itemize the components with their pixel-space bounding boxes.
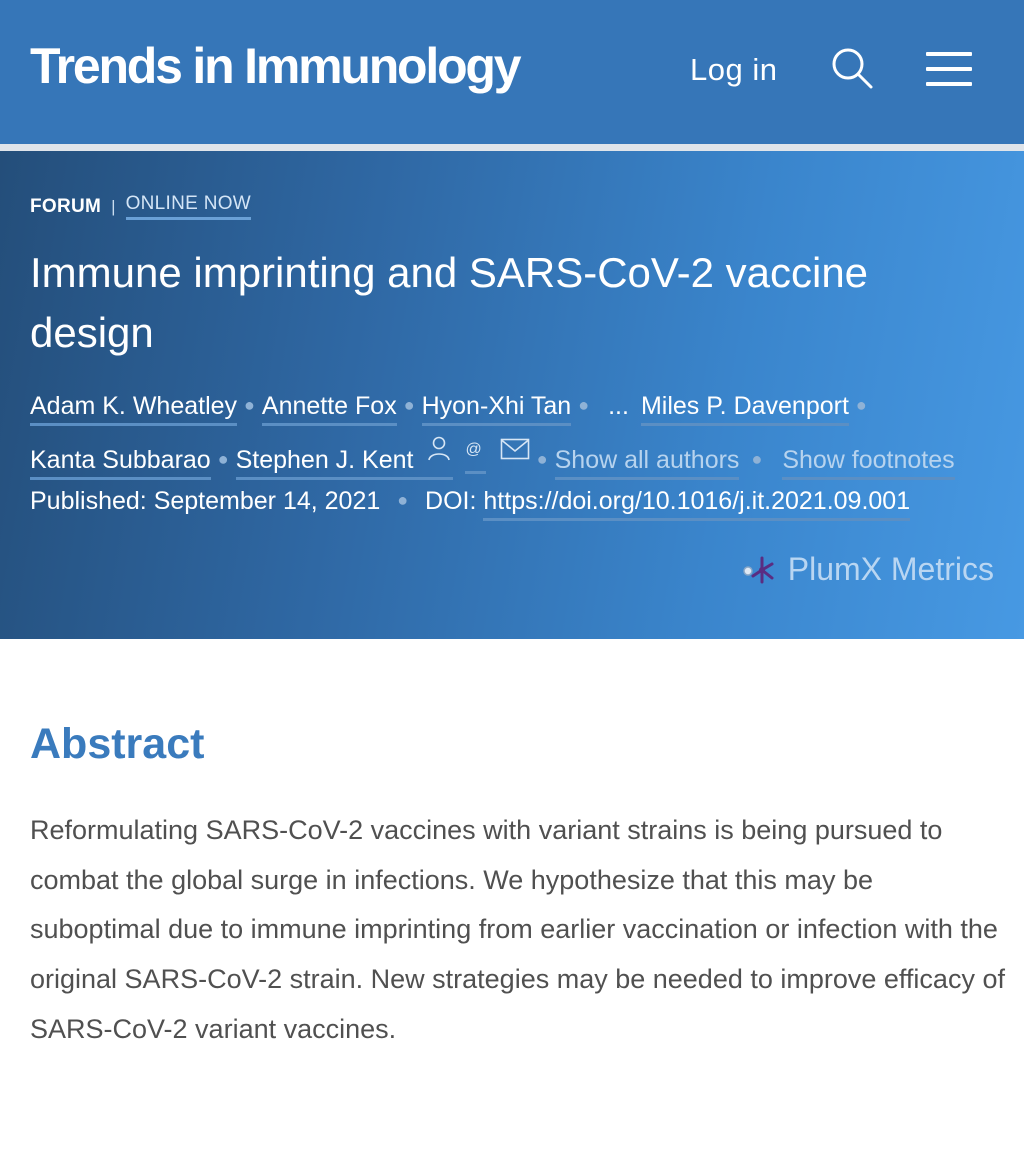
person-icon[interactable] [427, 436, 451, 462]
abstract-heading: Abstract [30, 720, 205, 768]
author-separator: ● [855, 395, 867, 415]
eyebrow-separator: | [111, 196, 116, 216]
corresponding-author-link[interactable]: Stephen J. Kent [235, 445, 454, 480]
author-separator: ● [244, 395, 255, 415]
show-footnotes-link[interactable]: Show footnotes [782, 445, 955, 480]
article-header: FORUM | ONLINE NOW Immune imprinting and… [0, 151, 1024, 639]
login-link[interactable]: Log in [690, 50, 777, 90]
article-title: Immune imprinting and SARS-CoV-2 vaccine… [30, 249, 869, 356]
doi-link[interactable]: https://doi.org/10.1016/j.it.2021.09.001 [483, 485, 911, 521]
hamburger-menu-icon[interactable] [924, 50, 974, 88]
search-icon[interactable] [830, 46, 874, 90]
published-label: Published: [30, 487, 147, 515]
envelope-icon[interactable] [500, 438, 530, 460]
author-list: Adam K. Wheatley ● Annette Fox ● Hyon-Xhi Ta… [30, 379, 1010, 487]
author-separator: ● [578, 395, 590, 415]
authors-ellipsis: ... [608, 392, 629, 420]
author-link[interactable]: Miles P. Davenport [640, 391, 849, 426]
author-link[interactable]: Adam K. Wheatley [30, 391, 238, 426]
article-eyebrow: FORUM | ONLINE NOW [30, 193, 252, 220]
plumx-metrics-link[interactable]: PlumX Metrics [742, 551, 994, 588]
info-separator: ● [397, 490, 409, 510]
published-date: September 14, 2021 [153, 487, 381, 515]
article-type: FORUM [30, 195, 102, 217]
email-at-icon[interactable]: @ [465, 442, 486, 474]
top-navbar: Trends in Immunology Log in [0, 0, 1024, 144]
author-separator: ● [403, 395, 415, 415]
plumx-label: PlumX Metrics [787, 551, 994, 587]
author-link[interactable]: Hyon-Xhi Tan [421, 391, 572, 426]
doi-label: DOI: [425, 487, 477, 515]
journal-logo[interactable]: Trends in Immunology [30, 36, 522, 96]
publication-info: Published: September 14, 2021 ● DOI: htt… [30, 484, 911, 521]
show-all-authors-link[interactable]: Show all authors [554, 445, 740, 480]
article-status-link[interactable]: ONLINE NOW [125, 193, 252, 220]
abstract-text: Reformulating SARS-CoV-2 vaccines with v… [30, 815, 1005, 1044]
author-separator: ● [217, 449, 229, 469]
author-separator: ● [536, 449, 548, 469]
header-divider [0, 144, 1024, 151]
author-link[interactable]: Kanta Subbarao [30, 445, 211, 480]
author-separator: ● [751, 449, 763, 469]
plumx-icon [743, 556, 774, 583]
author-link[interactable]: Annette Fox [261, 391, 397, 426]
